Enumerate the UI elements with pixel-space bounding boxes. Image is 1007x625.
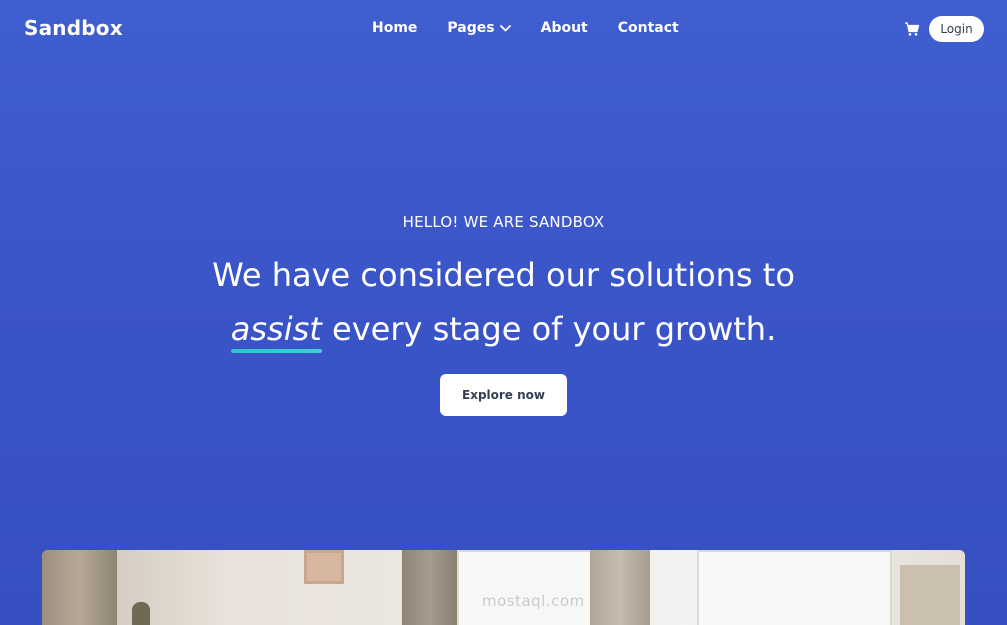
headline-line-2: assist every stage of your growth.	[0, 302, 1007, 356]
hero-eyebrow: HELLO! WE ARE SANDBOX	[402, 213, 605, 231]
image-curtain-mid	[402, 550, 457, 625]
login-button[interactable]: Login	[929, 16, 984, 42]
image-plant	[132, 602, 150, 625]
image-curtain-left	[42, 550, 117, 625]
image-curtain-right	[590, 550, 650, 625]
image-frame	[304, 550, 344, 584]
image-shelf	[900, 565, 960, 625]
nav-pages-label: Pages	[447, 20, 495, 36]
chevron-down-icon	[499, 20, 511, 36]
headline-accent: assist	[230, 302, 322, 356]
nav-about[interactable]: About	[541, 20, 588, 36]
navbar: Sandbox Home Pages About Contact Login	[0, 0, 1007, 58]
image-window-1	[457, 550, 592, 625]
accent-underline	[230, 349, 322, 353]
brand-logo[interactable]: Sandbox	[24, 16, 123, 40]
image-window-2	[697, 550, 892, 625]
image-watermark: mostaql.com	[482, 592, 585, 610]
headline-line-2-rest: every stage of your growth.	[321, 310, 777, 348]
cart-icon[interactable]	[904, 21, 920, 37]
nav-pages[interactable]: Pages	[447, 20, 511, 36]
hero-image: mostaql.com	[42, 550, 965, 625]
headline-accent-text: assist	[230, 310, 322, 348]
nav-contact[interactable]: Contact	[618, 20, 679, 36]
headline-line-1: We have considered our solutions to	[212, 256, 795, 294]
nav-home[interactable]: Home	[372, 20, 417, 36]
explore-button[interactable]: Explore now	[440, 374, 567, 416]
main-nav: Home Pages About Contact	[372, 20, 679, 36]
hero-headline: We have considered our solutions to assi…	[0, 248, 1007, 356]
